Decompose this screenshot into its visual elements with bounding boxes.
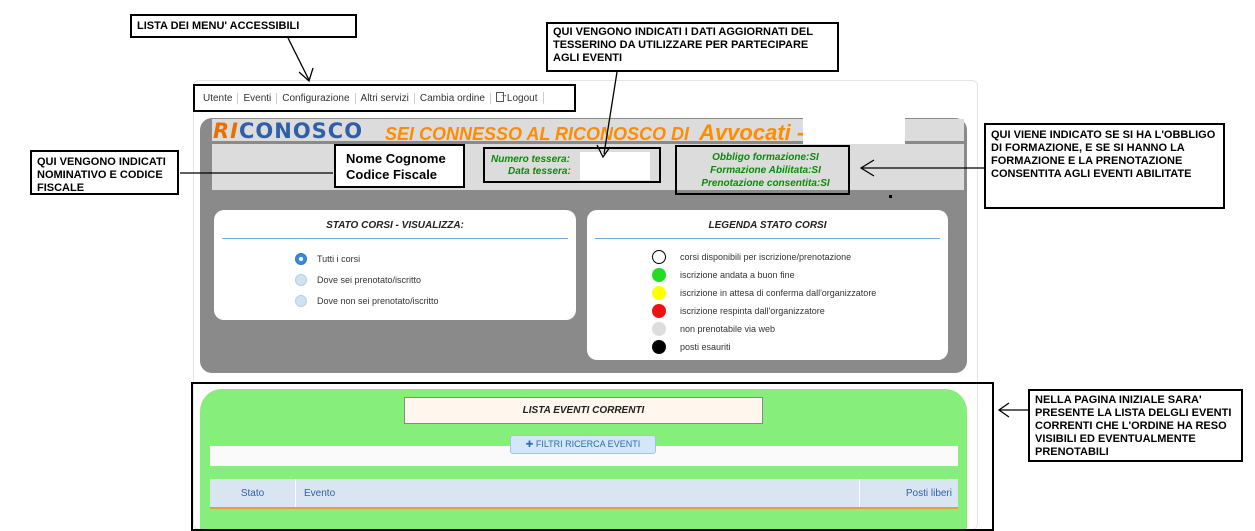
prenotazione-consentita: Prenotazione consentita:SI <box>701 178 830 189</box>
radio-prenotato[interactable] <box>295 274 307 286</box>
connected-text: SEI CONNESSO AL RICONOSCO DI <box>385 124 690 144</box>
divider <box>222 238 568 239</box>
legend-item: non prenotabile via web <box>652 322 775 336</box>
callout-obbligo: QUI VIENE INDICATO SE SI HA L'OBBLIGO DI… <box>984 123 1225 209</box>
callout-tessera: QUI VENGONO INDICATI I DATI AGGIORNATI D… <box>546 22 839 72</box>
legend-label: non prenotabile via web <box>680 324 776 334</box>
callout-nominativo: QUI VENGONO INDICATI NOMINATIVO E CODICE… <box>30 150 179 195</box>
status-dot-icon <box>652 268 666 282</box>
option-label: Dove sei prenotato/iscritto <box>317 275 422 285</box>
legend-item: iscrizione andata a buon fine <box>652 268 795 282</box>
option-tutti[interactable]: Tutti i corsi <box>295 253 360 265</box>
stato-corsi-title: STATO CORSI - VISUALIZZA: <box>326 220 464 231</box>
user-name: Nome Cognome <box>346 151 446 166</box>
divider <box>595 238 940 239</box>
legend-item: posti esauriti <box>652 340 731 354</box>
menu-item-utente[interactable]: Utente <box>201 92 239 104</box>
main-menu: Utente Eventi Configurazione Altri servi… <box>193 84 576 112</box>
option-label: Tutti i corsi <box>317 254 361 264</box>
legend-label: iscrizione andata a buon fine <box>680 270 795 280</box>
user-identity: Nome Cognome Codice Fiscale <box>334 144 465 188</box>
logout-button[interactable]: Logout <box>491 90 544 104</box>
option-non-prenotato[interactable]: Dove non sei prenotato/iscritto <box>295 295 439 307</box>
status-dot-icon <box>652 304 666 318</box>
events-highlight-box <box>191 382 994 531</box>
logout-icon <box>495 90 508 102</box>
riconosco-logo: RICONOSCO <box>213 119 364 143</box>
radio-non-prenotato[interactable] <box>295 295 307 307</box>
connected-banner: SEI CONNESSO AL RICONOSCO DI Avvocati - <box>385 120 804 146</box>
user-fiscal-code: Codice Fiscale <box>346 167 438 182</box>
formazione-abilitata: Formazione Abilitata:SI <box>710 165 821 176</box>
obbligo-formazione: Obbligo formazione:SI <box>712 152 819 163</box>
legend-item: iscrizione respinta dall'organizzatore <box>652 304 825 318</box>
tessera-redacted <box>580 152 650 180</box>
logout-label: Logout <box>506 93 538 104</box>
option-prenotato[interactable]: Dove sei prenotato/iscritto <box>295 274 421 286</box>
legend-label: corsi disponibili per iscrizione/prenota… <box>680 252 852 262</box>
menu-item-configurazione[interactable]: Configurazione <box>277 92 356 104</box>
legenda-card: LEGENDA STATO CORSI corsi disponibili pe… <box>587 210 948 360</box>
legend-label: iscrizione respinta dall'organizzatore <box>680 306 825 316</box>
callout-lista: NELLA PAGINA INIZIALE SARA' PRESENTE LA … <box>1028 389 1243 462</box>
menu-item-cambia-ordine[interactable]: Cambia ordine <box>415 92 491 104</box>
menu-item-eventi[interactable]: Eventi <box>238 92 278 104</box>
menu-item-altri-servizi[interactable]: Altri servizi <box>356 92 415 104</box>
option-label: Dove non sei prenotato/iscritto <box>317 296 439 306</box>
legend-item: corsi disponibili per iscrizione/prenota… <box>652 250 851 264</box>
dot-marker <box>889 195 892 198</box>
legend-label: posti esauriti <box>680 342 731 352</box>
status-dot-icon <box>652 340 666 354</box>
status-dot-icon <box>652 250 666 264</box>
order-name: Avvocati - <box>699 120 805 145</box>
status-dot-icon <box>652 286 666 300</box>
legend-item: iscrizione in attesa di conferma dall'or… <box>652 286 876 300</box>
status-dot-icon <box>652 322 666 336</box>
radio-tutti[interactable] <box>295 253 307 265</box>
legenda-title: LEGENDA STATO CORSI <box>708 220 827 231</box>
legend-label: iscrizione in attesa di conferma dall'or… <box>680 288 877 298</box>
stato-corsi-card: STATO CORSI - VISUALIZZA: Tutti i corsi … <box>214 210 576 320</box>
obbligo-info: Obbligo formazione:SI Formazione Abilita… <box>675 145 850 195</box>
callout-menu: LISTA DEI MENU' ACCESSIBILI <box>130 14 357 38</box>
